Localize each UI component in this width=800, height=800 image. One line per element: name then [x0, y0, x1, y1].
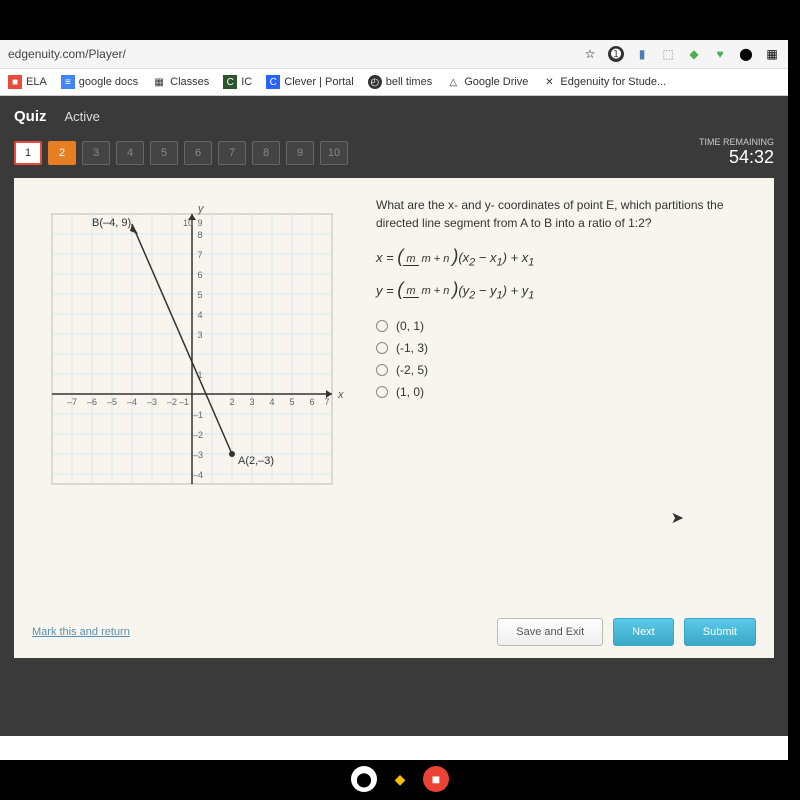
dock-icon-3[interactable]: ■: [423, 766, 449, 792]
radio-icon: [376, 386, 388, 398]
option-3[interactable]: (-2, 5): [376, 363, 756, 377]
bookmarks-bar: ■ELA ≡google docs ▦Classes CIC CClever |…: [0, 69, 788, 96]
question-panel: What are the x- and y- coordinates of po…: [364, 196, 756, 640]
bookmark-edgenuity[interactable]: ✕Edgenuity for Stude...: [542, 75, 666, 89]
radio-icon: [376, 320, 388, 332]
question-tab-1[interactable]: 1: [14, 141, 42, 165]
svg-text:7: 7: [197, 250, 202, 260]
ext-icon-2[interactable]: ▮: [634, 46, 650, 62]
option-2[interactable]: (-1, 3): [376, 341, 756, 355]
svg-text:y: y: [197, 203, 205, 215]
svg-text:–2: –2: [193, 430, 203, 440]
dock: ⬤ ◆ ■: [351, 766, 449, 792]
graph-panel: x y –7–6–5–4–3–2–1 234567 13456789 10 –1…: [32, 196, 352, 496]
svg-text:6: 6: [309, 397, 314, 407]
option-4[interactable]: (1, 0): [376, 385, 756, 399]
ext-icon-5[interactable]: ♥: [712, 46, 728, 62]
question-tab-4[interactable]: 4: [116, 141, 144, 165]
option-1[interactable]: (0, 1): [376, 319, 756, 333]
url-text[interactable]: edgenuity.com/Player/: [8, 47, 574, 61]
svg-text:5: 5: [289, 397, 294, 407]
svg-text:–3: –3: [147, 397, 157, 407]
bookmark-clever[interactable]: CClever | Portal: [266, 75, 354, 89]
ext-icon-4[interactable]: ◆: [686, 46, 702, 62]
svg-text:3: 3: [197, 330, 202, 340]
timer-label: TIME REMAINING: [699, 137, 774, 147]
ext-icon-1[interactable]: ➊: [608, 46, 624, 62]
save-exit-button[interactable]: Save and Exit: [497, 618, 603, 646]
question-prompt: What are the x- and y- coordinates of po…: [376, 196, 756, 232]
svg-text:6: 6: [197, 270, 202, 280]
svg-text:x: x: [337, 389, 344, 401]
svg-text:–1: –1: [179, 397, 189, 407]
ext-icon-6[interactable]: ⬤: [738, 46, 754, 62]
timer: TIME REMAINING 54:32: [699, 137, 774, 168]
svg-text:8: 8: [197, 230, 202, 240]
submit-button[interactable]: Submit: [684, 618, 756, 646]
bookmark-ic[interactable]: CIC: [223, 75, 252, 89]
cursor-icon: ➤: [671, 508, 684, 528]
svg-text:–4: –4: [127, 397, 137, 407]
svg-text:–5: –5: [107, 397, 117, 407]
dock-icon-1[interactable]: ⬤: [351, 766, 377, 792]
bookmark-google-docs[interactable]: ≡google docs: [61, 75, 138, 89]
svg-text:3: 3: [249, 397, 254, 407]
ext-icon-7[interactable]: ▦: [764, 46, 780, 62]
radio-icon: [376, 364, 388, 376]
svg-text:10: 10: [183, 218, 193, 228]
svg-text:5: 5: [197, 290, 202, 300]
bookmark-bell-times[interactable]: ◴bell times: [368, 75, 432, 89]
extension-icons-row: ☆ ➊ ▮ ⬚ ◆ ♥ ⬤ ▦: [582, 46, 780, 62]
svg-text:4: 4: [269, 397, 274, 407]
point-a-label: A(2,–3): [238, 455, 274, 467]
question-tab-9[interactable]: 9: [286, 141, 314, 165]
svg-text:–3: –3: [193, 450, 203, 460]
formula-y: y = (mm + n)(y2 − y1) + y1: [376, 279, 756, 302]
quiz-status: Active: [65, 109, 100, 124]
question-tab-3[interactable]: 3: [82, 141, 110, 165]
question-nav: 1 2 3 4 5 6 7 8 9 10 TIME REMAINING 54:3…: [0, 137, 788, 178]
mark-return-link[interactable]: Mark this and return: [32, 626, 130, 638]
next-button[interactable]: Next: [613, 618, 674, 646]
bookmark-ela[interactable]: ■ELA: [8, 75, 47, 89]
ext-icon-3[interactable]: ⬚: [660, 46, 676, 62]
star-icon[interactable]: ☆: [582, 46, 598, 62]
svg-text:–2: –2: [167, 397, 177, 407]
svg-text:7: 7: [324, 397, 329, 407]
radio-icon: [376, 342, 388, 354]
question-tab-10[interactable]: 10: [320, 141, 348, 165]
svg-text:4: 4: [197, 310, 202, 320]
options-group: (0, 1) (-1, 3) (-2, 5) (1, 0): [376, 319, 756, 399]
quiz-header: Quiz Active: [0, 96, 788, 137]
svg-text:2: 2: [229, 397, 234, 407]
point-b-label: B(–4, 9): [92, 217, 131, 229]
coordinate-graph: x y –7–6–5–4–3–2–1 234567 13456789 10 –1…: [32, 196, 352, 496]
bookmark-classes[interactable]: ▦Classes: [152, 75, 209, 89]
url-bar: edgenuity.com/Player/ ☆ ➊ ▮ ⬚ ◆ ♥ ⬤ ▦: [0, 40, 788, 69]
quiz-title: Quiz: [14, 108, 47, 125]
footer-bar: Mark this and return Save and Exit Next …: [32, 618, 756, 646]
question-content: x y –7–6–5–4–3–2–1 234567 13456789 10 –1…: [14, 178, 774, 658]
formula-x: x = (mm + n)(x2 − x1) + x1: [376, 246, 756, 269]
svg-text:–7: –7: [67, 397, 77, 407]
question-tab-8[interactable]: 8: [252, 141, 280, 165]
svg-text:–6: –6: [87, 397, 97, 407]
svg-text:–1: –1: [193, 410, 203, 420]
svg-text:–4: –4: [193, 470, 203, 480]
timer-value: 54:32: [699, 147, 774, 168]
question-tab-7[interactable]: 7: [218, 141, 246, 165]
question-tab-6[interactable]: 6: [184, 141, 212, 165]
dock-icon-2[interactable]: ◆: [387, 766, 413, 792]
bookmark-google-drive[interactable]: △Google Drive: [446, 75, 528, 89]
question-tab-2[interactable]: 2: [48, 141, 76, 165]
question-tab-5[interactable]: 5: [150, 141, 178, 165]
svg-text:9: 9: [197, 218, 202, 228]
